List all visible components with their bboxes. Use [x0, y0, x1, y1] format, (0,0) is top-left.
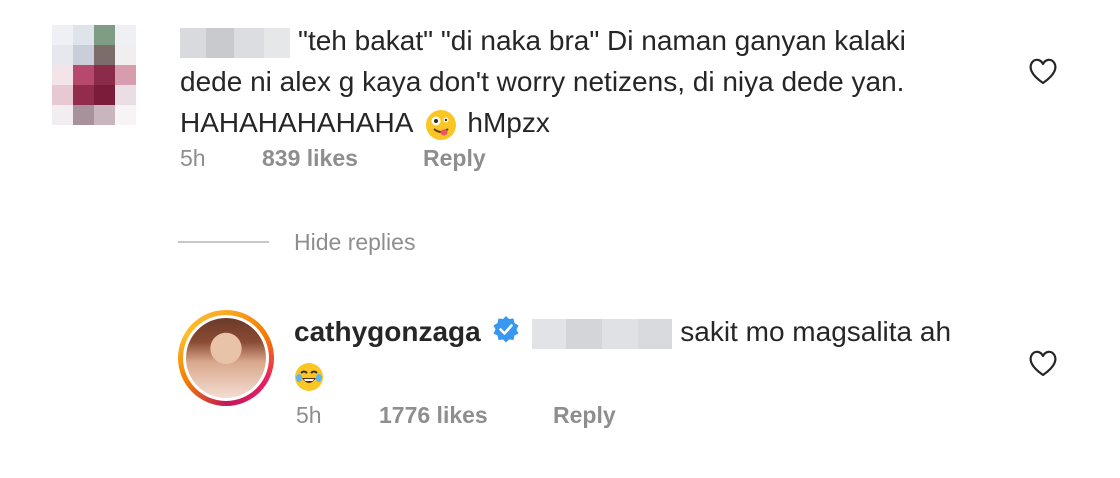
comment-reply-button[interactable]: Reply	[423, 145, 486, 172]
reply-likes[interactable]: 1776 likes	[379, 402, 488, 429]
reply-body: cathygonzaga sakit mo magsalita ah	[294, 311, 994, 395]
reply-avatar[interactable]	[178, 310, 274, 406]
hide-replies-button[interactable]: Hide replies	[294, 229, 415, 256]
comment-text-line-2: dede ni alex g kaya don't worry netizens…	[180, 66, 905, 97]
heart-icon[interactable]	[1028, 349, 1058, 377]
tears-of-joy-emoji	[294, 362, 324, 392]
reply-reply-button[interactable]: Reply	[553, 402, 616, 429]
comment-time[interactable]: 5h	[180, 145, 206, 171]
comment-text-line-3: HAHAHAHAHAHA	[180, 107, 412, 138]
censored-mention[interactable]	[532, 318, 673, 349]
reply-username[interactable]: cathygonzaga	[294, 316, 481, 347]
avatar-photo	[186, 318, 266, 398]
hide-replies-divider	[178, 241, 269, 243]
comment-text-after-emoji: hMpzx	[467, 107, 550, 138]
reply-meta-row: 5h 1776 likes Reply	[296, 402, 616, 429]
verified-badge-icon	[492, 313, 520, 354]
comment-body: "teh bakat" "di naka bra" Di naman ganya…	[180, 20, 1000, 143]
censored-username[interactable]	[180, 27, 290, 58]
comment-likes[interactable]: 839 likes	[262, 145, 358, 172]
commenter-avatar-pixelated[interactable]	[52, 25, 136, 125]
zany-face-emoji	[425, 109, 456, 140]
reply-time[interactable]: 5h	[296, 402, 322, 428]
reply-text: sakit mo magsalita ah	[680, 316, 952, 347]
comment-text-line-1: "teh bakat" "di naka bra" Di naman ganya…	[298, 25, 906, 56]
heart-icon[interactable]	[1028, 57, 1058, 85]
comment-meta-row: 5h 839 likes Reply	[180, 145, 486, 172]
